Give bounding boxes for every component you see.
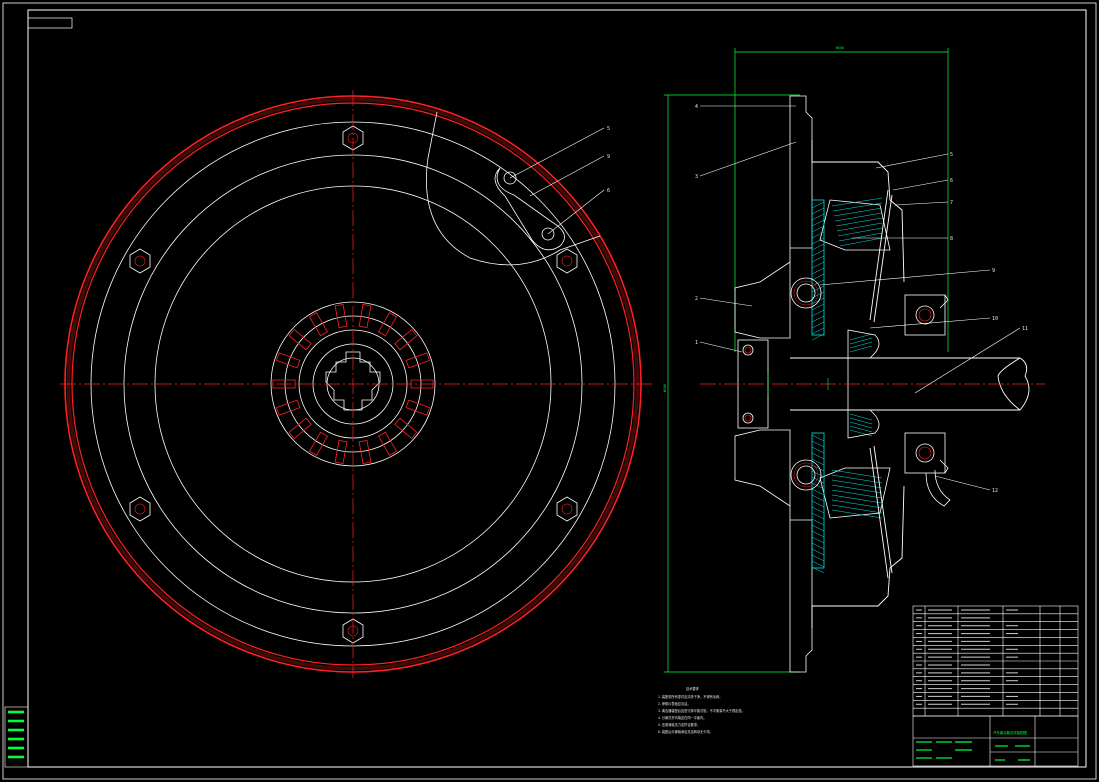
side-dimension: Φ380 (663, 384, 667, 392)
release-lever-window (425, 111, 601, 266)
callout-label: 9 (992, 268, 995, 274)
damper-slot (334, 304, 348, 329)
callout-label: 10 (992, 316, 998, 322)
note-line: 5.压紧弹簧压力应符合要求。 (658, 722, 700, 727)
damper-slot (405, 352, 431, 369)
damper-slot (358, 304, 372, 329)
callout-label: 8 (950, 236, 953, 242)
damper-slot (275, 399, 301, 416)
callout-label: 3 (695, 174, 698, 180)
callout-label: 9 (607, 154, 610, 160)
margin-binding-block (4, 706, 29, 768)
damper-slot (394, 328, 418, 351)
damper-slot (394, 417, 418, 440)
note-line: 6.装配后分离轴承应灵活转动无卡滞。 (658, 729, 713, 734)
callout-label: 2 (695, 296, 698, 302)
release-bearing (904, 294, 951, 507)
cad-drawing-sheet: 5 9 6 Φ350 Φ380 4 3 2 1 5 6 7 8 9 10 11 … (2, 2, 1097, 780)
friction-disc-upper (811, 199, 825, 336)
flywheel-section-upper (734, 95, 813, 339)
callout-label: 6 (950, 178, 953, 184)
damper-slot (275, 352, 301, 369)
note-line: 3.离合器装配后应进行静平衡试验，不平衡量不大于规定值。 (658, 708, 745, 713)
note-line: 1.装配前所有零件应清洗干净，不得有毛刺。 (658, 694, 722, 699)
notes-heading: 技术要求 (686, 686, 700, 691)
damper-slot (377, 431, 398, 456)
damper-slot (308, 431, 329, 456)
note-line: 2.摩擦片表面应清洁。 (658, 701, 691, 706)
damper-slot (377, 312, 398, 337)
pressure-plate-hatch (819, 199, 891, 519)
title-block-fields (916, 741, 1030, 761)
drawing-code-box (27, 17, 73, 29)
damper-slot (334, 439, 348, 464)
callout-label: 12 (992, 488, 998, 494)
drawing-title: 汽车离合器总成装配图 (993, 730, 1028, 735)
flywheel-section-lower (734, 429, 813, 673)
technical-notes: 技术要求 1.装配前所有零件应清洗干净，不得有毛刺。 2.摩擦片表面应清洁。 3… (658, 686, 745, 734)
callout-label: 5 (607, 126, 610, 132)
note-line: 4.分离杠杆内端应在同一平面内。 (658, 715, 706, 720)
callout-label: 6 (607, 188, 610, 194)
damper-slot (405, 399, 431, 416)
friction-disc-lower (811, 432, 825, 569)
damper-slot (288, 328, 312, 351)
top-dimension: Φ350 (836, 46, 844, 50)
damper-slot (308, 312, 329, 337)
callout-label: 1 (695, 340, 698, 346)
drawing-frame (2, 2, 1097, 780)
front-view: 5 9 6 (60, 90, 652, 678)
callout-label: 5 (950, 152, 953, 158)
damper-slot (358, 439, 372, 464)
callout-label: 11 (1022, 326, 1028, 332)
parts-list (912, 605, 1079, 717)
damper-slot (288, 417, 312, 440)
callout-label: 4 (695, 104, 698, 110)
callout-label: 7 (950, 200, 953, 206)
section-view: Φ350 Φ380 4 3 2 1 5 6 7 8 9 10 11 12 (663, 46, 1045, 673)
